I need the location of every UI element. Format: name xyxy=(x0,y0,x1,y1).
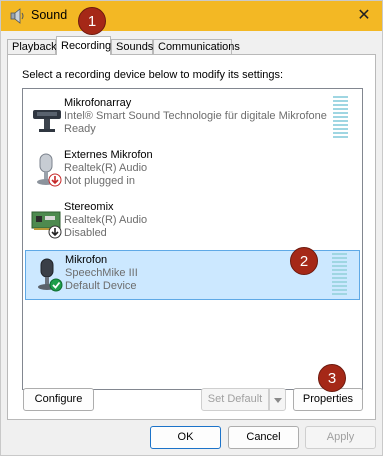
device-driver: Realtek(R) Audio xyxy=(64,162,148,174)
device-name: Mikrofonarray xyxy=(64,97,132,109)
tab-playback[interactable]: Playback xyxy=(7,39,57,55)
level-meter xyxy=(333,96,348,140)
ok-button[interactable]: OK xyxy=(150,426,221,449)
set-default-button[interactable]: Set Default xyxy=(201,388,269,411)
list-item-mikrofonarray[interactable]: Mikrofonarray Intel® Smart Sound Technol… xyxy=(25,94,360,144)
device-name: Externes Mikrofon xyxy=(64,149,153,161)
tab-sounds[interactable]: Sounds xyxy=(111,39,153,55)
step-badge-3: 3 xyxy=(318,364,346,392)
device-driver: Realtek(R) Audio xyxy=(64,214,148,226)
device-status: Not plugged in xyxy=(64,175,135,187)
device-name: Stereomix xyxy=(64,201,114,213)
step-badge-2: 2 xyxy=(290,247,318,275)
dialog-footer: OK Cancel Apply xyxy=(1,422,382,455)
close-button[interactable]: ✕ xyxy=(354,6,374,26)
chevron-down-icon[interactable] xyxy=(269,388,286,411)
device-driver: Intel® Smart Sound Technologie für digit… xyxy=(64,110,327,122)
step-badge-1: 1 xyxy=(78,7,106,35)
microphone-icon xyxy=(37,153,62,187)
device-name: Mikrofon xyxy=(65,254,108,266)
speaker-icon xyxy=(10,8,24,24)
instruction-text: Select a recording device below to modif… xyxy=(22,69,284,81)
microphone-icon xyxy=(38,258,63,292)
list-item-stereomix[interactable]: Stereomix Realtek(R) Audio Disabled xyxy=(25,198,360,248)
device-status: Default Device xyxy=(65,280,137,292)
title-bar: Sound ✕ xyxy=(1,1,382,31)
list-item-externes-mikrofon[interactable]: Externes Mikrofon Realtek(R) Audio Not p… xyxy=(25,146,360,196)
device-status: Ready xyxy=(64,123,96,135)
device-driver: SpeechMike III xyxy=(65,267,138,279)
array-mic-icon xyxy=(33,110,61,132)
apply-button[interactable]: Apply xyxy=(305,426,376,449)
device-list[interactable]: Mikrofonarray Intel® Smart Sound Technol… xyxy=(22,88,363,390)
tab-recording[interactable]: Recording xyxy=(56,36,111,55)
sound-dialog: Sound ✕ 1 Playback Recording Sounds Comm… xyxy=(0,0,383,456)
configure-button[interactable]: Configure xyxy=(23,388,94,411)
tab-communications[interactable]: Communications xyxy=(153,39,240,55)
circuit-board-icon xyxy=(31,211,62,239)
window-title: Sound xyxy=(31,8,68,22)
level-meter xyxy=(332,253,347,297)
cancel-button[interactable]: Cancel xyxy=(228,426,299,449)
recording-panel: Select a recording device below to modif… xyxy=(7,54,376,420)
device-status: Disabled xyxy=(64,227,107,239)
